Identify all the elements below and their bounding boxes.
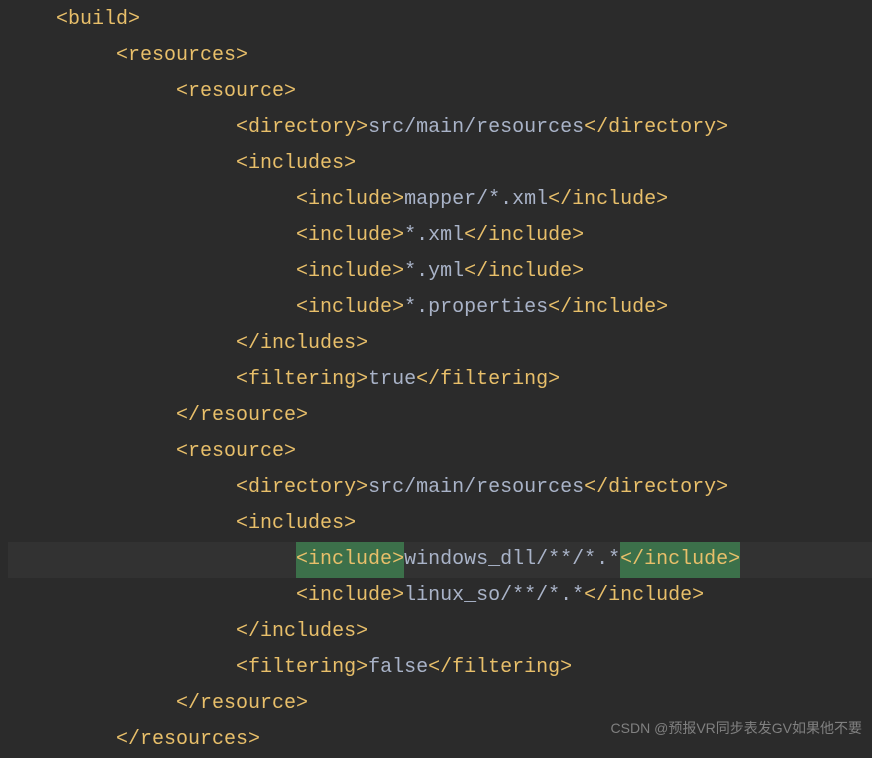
xml-close-tag: </include>	[548, 290, 668, 326]
code-line[interactable]: <filtering>true</filtering>	[8, 362, 872, 398]
xml-close-tag: </filtering>	[428, 650, 572, 686]
code-line[interactable]: <includes>	[8, 506, 872, 542]
xml-open-tag: <include>	[296, 290, 404, 326]
xml-open-tag: <resource>	[176, 74, 296, 110]
xml-close-tag: </filtering>	[416, 362, 560, 398]
code-line[interactable]: <build>	[8, 2, 872, 38]
code-line[interactable]: </resource>	[8, 398, 872, 434]
code-line[interactable]: <resources>	[8, 38, 872, 74]
xml-text: src/main/resources	[368, 110, 584, 146]
code-line[interactable]: </includes>	[8, 614, 872, 650]
xml-close-tag: </include>	[464, 218, 584, 254]
xml-close-tag: </resources>	[116, 722, 260, 758]
code-line[interactable]: <directory>src/main/resources</directory…	[8, 110, 872, 146]
xml-close-tag: </include>	[548, 182, 668, 218]
watermark-text: CSDN @预报VR同步表发GV如果他不要	[611, 710, 862, 746]
code-line[interactable]: <include>mapper/*.xml</include>	[8, 182, 872, 218]
code-line[interactable]: <include>*.yml</include>	[8, 254, 872, 290]
xml-open-tag: <filtering>	[236, 362, 368, 398]
code-line[interactable]: <include>windows_dll/**/*.*</include>	[8, 542, 872, 578]
xml-open-tag: <include>	[296, 218, 404, 254]
code-editor[interactable]: <build> <resources> <resource> <director…	[0, 0, 872, 758]
xml-open-tag: <includes>	[236, 146, 356, 182]
code-line[interactable]: <resource>	[8, 434, 872, 470]
xml-text: src/main/resources	[368, 470, 584, 506]
xml-close-tag: </include>	[464, 254, 584, 290]
xml-open-tag: <resources>	[116, 38, 248, 74]
xml-open-tag: <include>	[296, 182, 404, 218]
code-line[interactable]: <directory>src/main/resources</directory…	[8, 470, 872, 506]
xml-open-tag: <directory>	[236, 110, 368, 146]
xml-text: *.properties	[404, 290, 548, 326]
code-line[interactable]: <includes>	[8, 146, 872, 182]
xml-open-tag: <directory>	[236, 470, 368, 506]
code-line[interactable]: </includes>	[8, 326, 872, 362]
xml-close-tag: </directory>	[584, 470, 728, 506]
xml-open-tag: <build>	[56, 2, 140, 38]
xml-close-tag: </includes>	[236, 326, 368, 362]
code-line[interactable]: <filtering>false</filtering>	[8, 650, 872, 686]
xml-open-tag: <include>	[296, 254, 404, 290]
xml-close-tag: </directory>	[584, 110, 728, 146]
xml-close-tag: </resource>	[176, 686, 308, 722]
xml-text: false	[368, 650, 428, 686]
xml-close-tag: </includes>	[236, 614, 368, 650]
code-line[interactable]: <resource>	[8, 74, 872, 110]
xml-open-tag: <include>	[296, 578, 404, 614]
xml-text: true	[368, 362, 416, 398]
code-line[interactable]: <include>linux_so/**/*.*</include>	[8, 578, 872, 614]
xml-close-tag: </include>	[584, 578, 704, 614]
xml-text: windows_dll/**/*.*	[404, 542, 620, 578]
xml-open-tag: <includes>	[236, 506, 356, 542]
xml-open-tag: <include>	[296, 542, 404, 578]
xml-text: mapper/*.xml	[404, 182, 548, 218]
xml-close-tag: </resource>	[176, 398, 308, 434]
xml-text: *.yml	[404, 254, 464, 290]
code-line[interactable]: <include>*.properties</include>	[8, 290, 872, 326]
xml-open-tag: <filtering>	[236, 650, 368, 686]
xml-text: *.xml	[404, 218, 464, 254]
xml-text: linux_so/**/*.*	[404, 578, 584, 614]
xml-open-tag: <resource>	[176, 434, 296, 470]
xml-close-tag: </include>	[620, 542, 740, 578]
code-line[interactable]: <include>*.xml</include>	[8, 218, 872, 254]
